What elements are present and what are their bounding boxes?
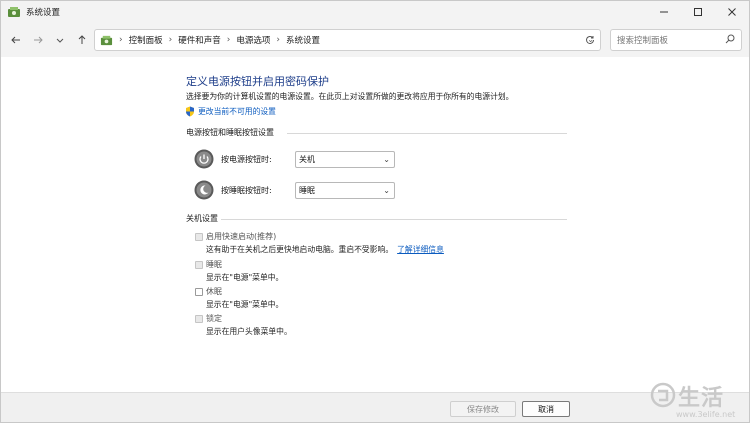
breadcrumb-separator-icon: › — [168, 35, 173, 45]
chevron-down-icon: ⌄ — [383, 154, 390, 164]
arrow-left-icon — [11, 36, 20, 44]
window-title: 系统设置 — [26, 8, 61, 18]
watermark-logo-icon — [650, 382, 676, 408]
breadcrumb-separator-icon: › — [276, 35, 280, 45]
power-button-label: 按电源按钮时: — [221, 154, 272, 164]
title-bar: 系统设置 — [1, 1, 749, 23]
fast-startup-option: 启用快速启动(推荐) 这有助于在关机之后更快地启动电脑。重启不受影响。 了解详细信… — [195, 231, 444, 255]
power-button-action-value: 关机 — [299, 154, 315, 164]
breadcrumb-separator-icon: › — [226, 35, 231, 45]
lock-option: 锁定 显示在用户头像菜单中。 — [195, 313, 292, 337]
shutdown-section-heading-text: 关机设置 — [186, 214, 218, 223]
page-description: 选择要为你的计算机设置的电源设置。在此页上对设置所做的更改将应用于你所有的电源计… — [186, 92, 514, 101]
fast-startup-description: 这有助于在关机之后更快地启动电脑。重启不受影响。 了解详细信息 — [206, 244, 444, 255]
change-settings-link[interactable]: 更改当前不可用的设置 — [185, 106, 276, 117]
fast-startup-label: 启用快速启动(推荐) — [206, 232, 277, 241]
chevron-down-icon: ⌄ — [383, 185, 390, 195]
back-button[interactable] — [5, 29, 27, 51]
cancel-button[interactable]: 取消 — [522, 401, 570, 417]
learn-more-link[interactable]: 了解详细信息 — [397, 245, 444, 254]
search-icon[interactable] — [725, 34, 735, 44]
refresh-button[interactable] — [579, 29, 601, 51]
sleep-button-action-select[interactable]: 睡眠 ⌄ — [295, 181, 395, 199]
hibernate-option: 休眠 显示在"电源"菜单中。 — [195, 286, 283, 310]
refresh-icon — [586, 35, 594, 44]
close-button[interactable] — [715, 1, 749, 23]
breadcrumb-system-settings[interactable]: 系统设置 — [286, 34, 320, 46]
breadcrumb-power-options[interactable]: 电源选项 — [236, 34, 270, 46]
minimize-icon — [660, 11, 668, 13]
breadcrumb-separator-icon: › — [119, 35, 123, 45]
arrow-up-icon — [78, 35, 86, 44]
divider — [221, 219, 567, 220]
hibernate-checkbox[interactable] — [195, 287, 203, 296]
search-placeholder: 搜索控制面板 — [617, 36, 669, 46]
hibernate-description: 显示在"电源"菜单中。 — [206, 300, 284, 309]
fast-startup-desc-text: 这有助于在关机之后更快地启动电脑。重启不受影响。 — [206, 245, 394, 254]
arrow-right-icon — [34, 36, 43, 44]
navigation-bar: › 控制面板 › 硬件和声音 › 电源选项 › 系统设置 ⌄ 搜索控制面板 — [1, 23, 749, 57]
forward-button[interactable] — [27, 29, 49, 51]
save-changes-button[interactable]: 保存修改 — [450, 401, 516, 417]
window-controls — [647, 1, 749, 23]
lock-description: 显示在用户头像菜单中。 — [206, 327, 292, 336]
uac-shield-icon — [186, 106, 194, 117]
sleep-button-label: 按睡眠按钮时: — [221, 185, 272, 195]
change-settings-link-text[interactable]: 更改当前不可用的设置 — [198, 106, 276, 117]
site-watermark: 生活 www.3elife.net — [650, 380, 750, 423]
watermark-url: www.3elife.net — [676, 410, 736, 419]
control-panel-icon — [8, 7, 20, 17]
maximize-icon — [694, 8, 702, 16]
watermark-text: 生活 — [678, 386, 725, 411]
maximize-button[interactable] — [681, 1, 715, 23]
sleep-option: 睡眠 显示在"电源"菜单中。 — [195, 259, 283, 283]
hibernate-label: 休眠 — [206, 287, 222, 296]
power-button-action-select[interactable]: 关机 ⌄ — [295, 150, 395, 168]
lock-checkbox[interactable] — [195, 314, 203, 323]
power-button-icon — [194, 149, 214, 169]
close-icon — [728, 8, 736, 16]
power-buttons-section-heading: 电源按钮和睡眠按钮设置 — [186, 127, 274, 138]
chevron-down-icon — [56, 38, 64, 43]
system-settings-window: 系统设置 › 控制面板 › 硬件和声音 › 电源选项 › 系统设置 ⌄ 搜索控制… — [0, 0, 750, 423]
breadcrumb-hardware-sound[interactable]: 硬件和声音 — [178, 34, 221, 46]
lock-label: 锁定 — [206, 314, 222, 323]
action-bar: 保存修改 取消 — [1, 392, 749, 422]
divider — [287, 133, 567, 134]
page-title: 定义电源按钮并启用密码保护 — [186, 75, 329, 88]
main-content: 定义电源按钮并启用密码保护 选择要为你的计算机设置的电源设置。在此页上对设置所做… — [1, 57, 749, 392]
minimize-button[interactable] — [647, 1, 681, 23]
up-button[interactable] — [71, 29, 93, 51]
sleep-button-row: 按睡眠按钮时: 睡眠 ⌄ — [194, 180, 395, 200]
recent-dropdown-button[interactable] — [49, 29, 71, 51]
power-section-heading-text: 电源按钮和睡眠按钮设置 — [186, 128, 274, 137]
power-button-row: 按电源按钮时: 关机 ⌄ — [194, 149, 395, 169]
sleep-label: 睡眠 — [206, 260, 222, 269]
control-panel-icon — [100, 35, 113, 45]
address-bar[interactable]: › 控制面板 › 硬件和声音 › 电源选项 › 系统设置 ⌄ — [94, 29, 601, 51]
breadcrumb-control-panel[interactable]: 控制面板 — [129, 34, 163, 46]
sleep-button-icon — [194, 180, 214, 200]
search-input[interactable]: 搜索控制面板 — [610, 29, 742, 51]
sleep-button-action-value: 睡眠 — [299, 185, 315, 195]
sleep-description: 显示在"电源"菜单中。 — [206, 273, 284, 282]
fast-startup-checkbox[interactable] — [195, 232, 203, 241]
shutdown-section-heading: 关机设置 — [186, 213, 218, 224]
sleep-checkbox[interactable] — [195, 260, 203, 269]
